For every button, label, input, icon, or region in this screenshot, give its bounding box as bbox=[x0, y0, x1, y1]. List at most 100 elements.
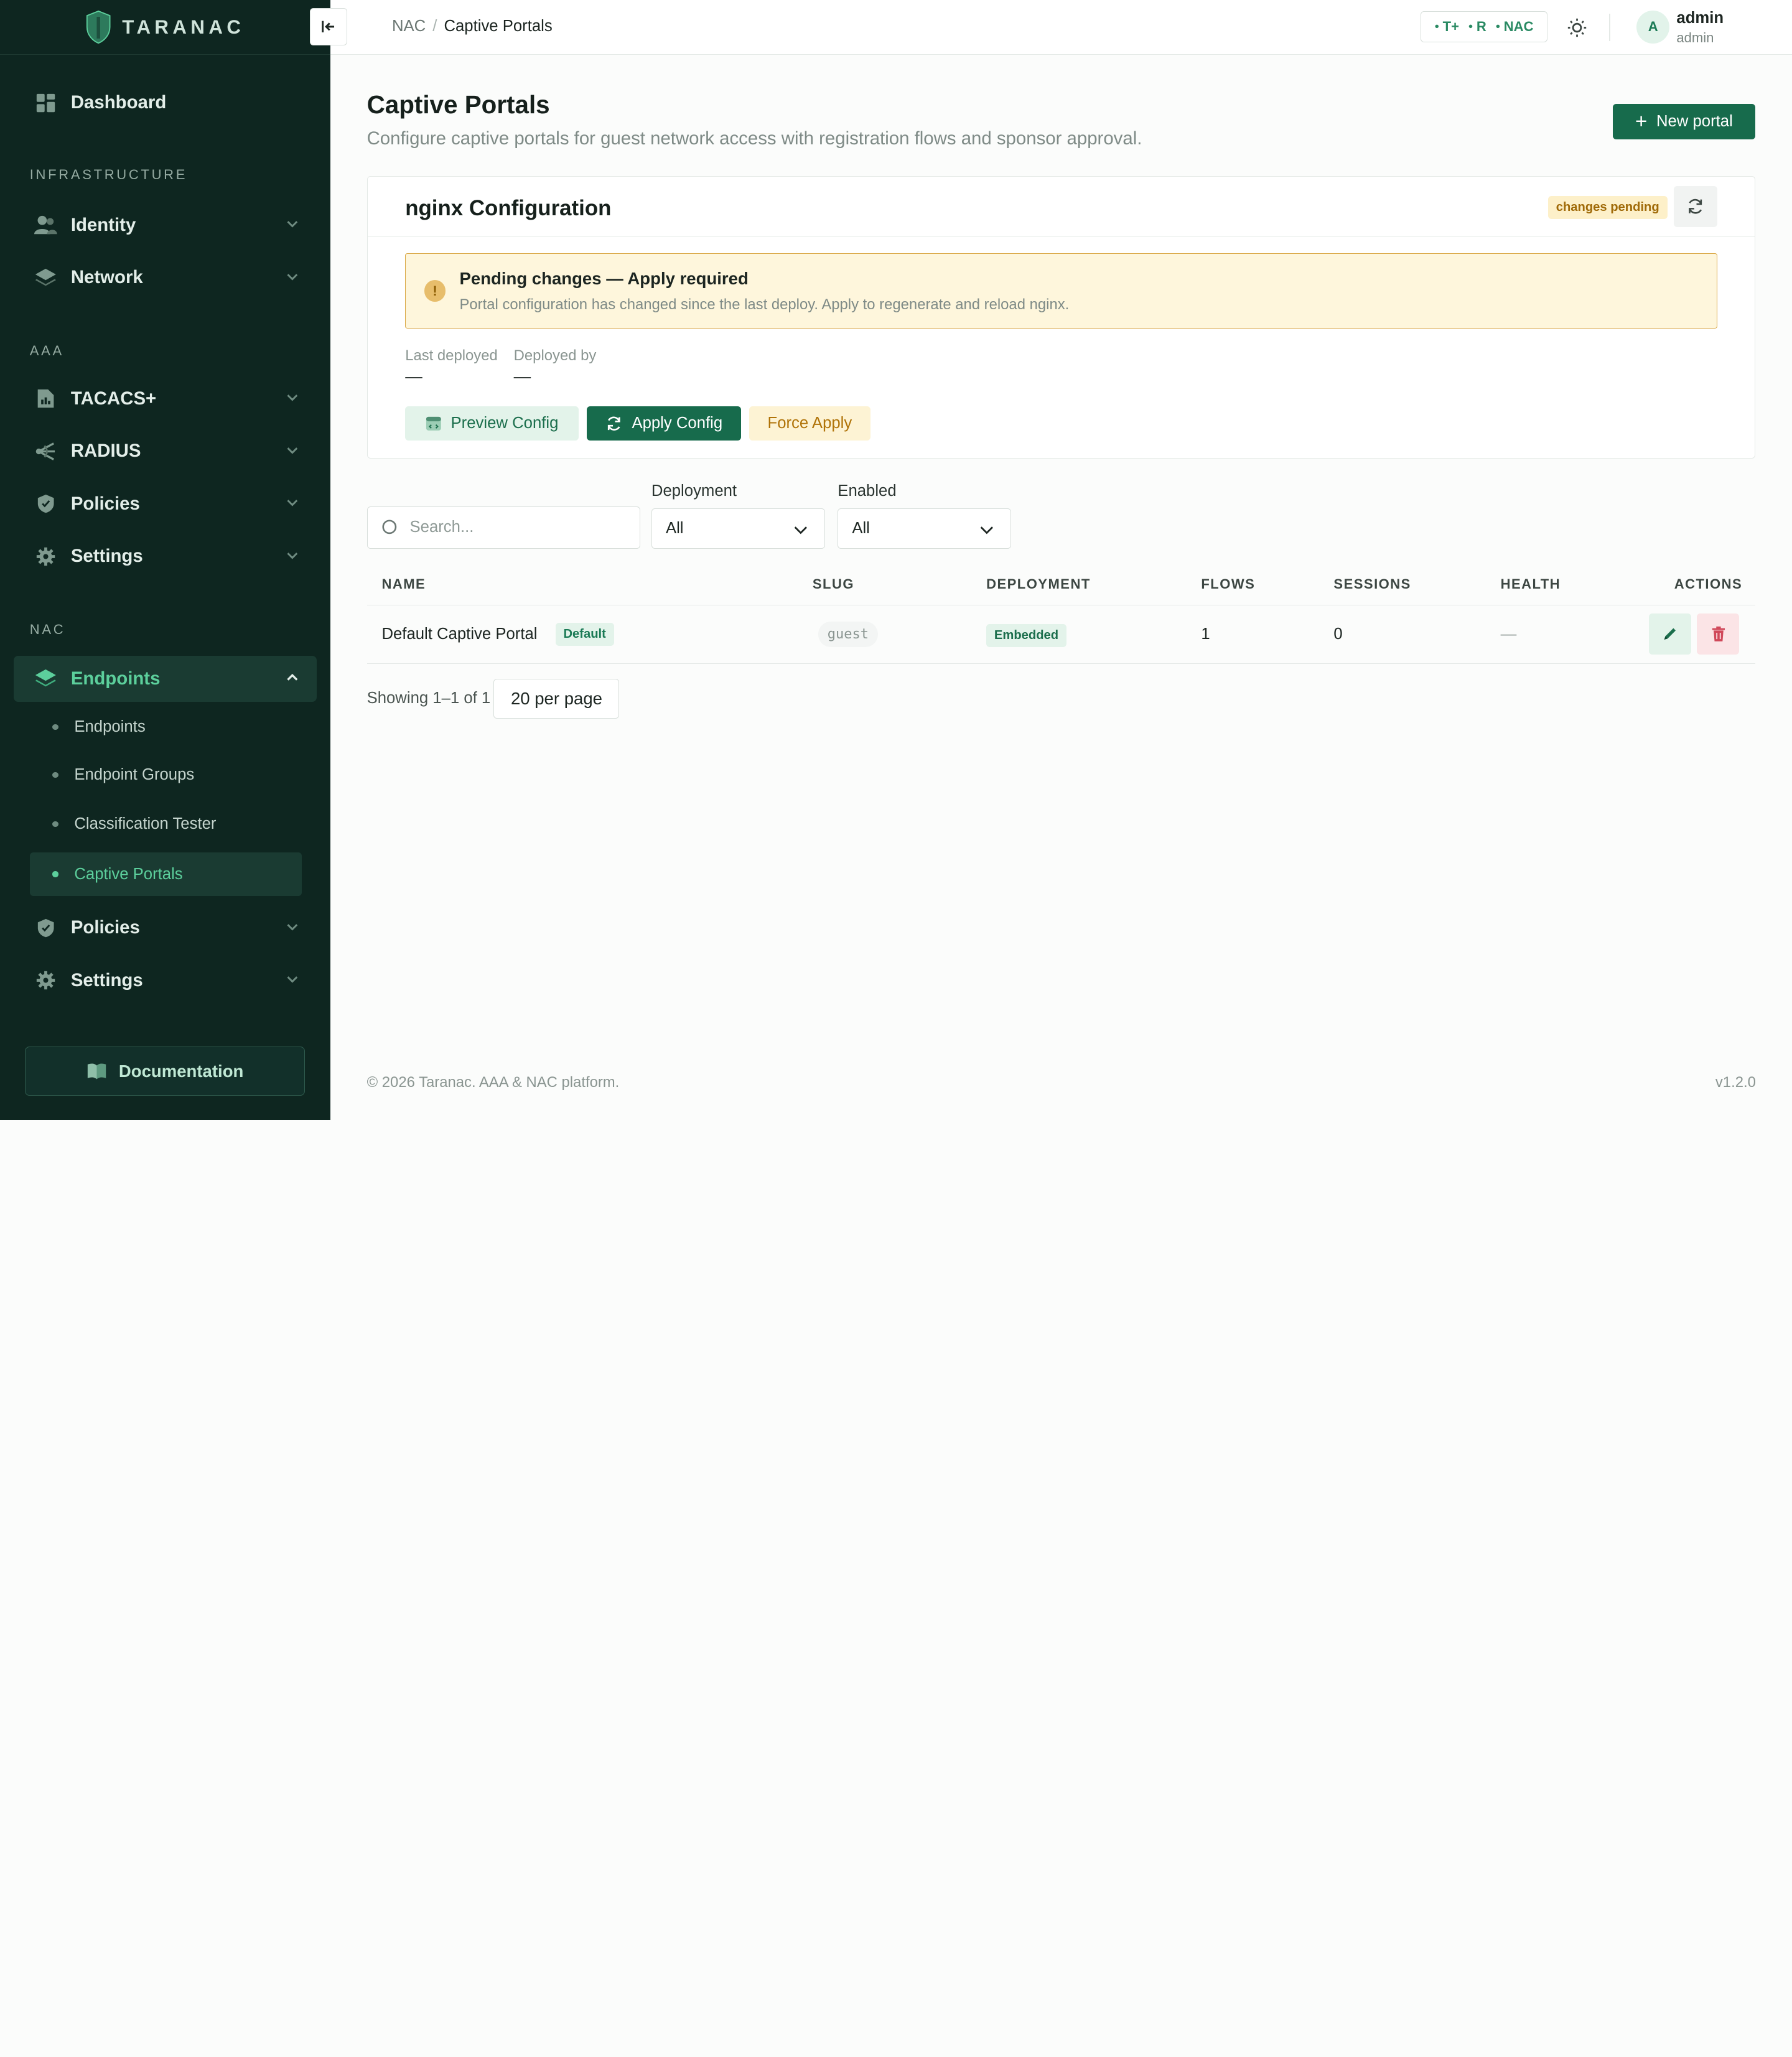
enabled-select-value: All bbox=[852, 519, 870, 537]
portal-health: — bbox=[1500, 625, 1517, 643]
alert-text: Portal configuration has changed since t… bbox=[459, 296, 1070, 313]
new-portal-label: New portal bbox=[1656, 113, 1733, 131]
service-status-pill[interactable]: T+ R NAC bbox=[1421, 11, 1547, 42]
table-row[interactable]: Default Captive Portal Default guest Emb… bbox=[366, 605, 1756, 665]
sidebar-item-endpoints[interactable]: Endpoints bbox=[14, 656, 317, 702]
last-deployed-label: Last deployed bbox=[405, 347, 498, 364]
sidebar-item-settings-aaa[interactable]: Settings bbox=[14, 534, 317, 579]
column-header-health[interactable]: HEALTH bbox=[1501, 576, 1561, 592]
sidebar-item-policies-nac[interactable]: Policies bbox=[14, 905, 317, 951]
collapse-sidebar-button[interactable] bbox=[309, 7, 348, 46]
new-portal-button[interactable]: + New portal bbox=[1612, 104, 1756, 140]
refresh-button[interactable] bbox=[1673, 185, 1717, 227]
sidebar-subitem-label: Endpoint Groups bbox=[74, 765, 195, 783]
sidebar-subitem-endpoint-groups[interactable]: Endpoint Groups bbox=[30, 753, 302, 796]
apply-config-button[interactable]: Apply Config bbox=[587, 406, 742, 441]
document-chart-icon bbox=[34, 388, 57, 411]
sidebar-item-label: RADIUS bbox=[70, 441, 141, 462]
gear-icon bbox=[34, 545, 57, 568]
shield-logo-icon bbox=[86, 10, 110, 44]
documentation-button[interactable]: Documentation bbox=[25, 1047, 306, 1096]
alert-title: Pending changes — Apply required bbox=[459, 268, 749, 288]
sidebar-item-label: Policies bbox=[70, 917, 140, 938]
sidebar-subitem-classification-tester[interactable]: Classification Tester bbox=[30, 802, 302, 846]
column-header-flows[interactable]: FLOWS bbox=[1201, 576, 1255, 592]
sidebar-item-label: Policies bbox=[70, 493, 140, 514]
status-tacacs: T+ bbox=[1434, 19, 1459, 35]
chevron-down-icon bbox=[287, 394, 298, 401]
column-header-deployment[interactable]: DEPLOYMENT bbox=[986, 576, 1091, 592]
sidebar-item-dashboard[interactable]: Dashboard bbox=[14, 80, 317, 126]
sidebar-item-label: Network bbox=[70, 267, 143, 288]
book-icon bbox=[88, 1063, 106, 1080]
status-nac: NAC bbox=[1496, 19, 1534, 35]
layers-icon bbox=[34, 266, 57, 289]
apply-config-label: Apply Config bbox=[632, 414, 723, 432]
deployment-badge: Embedded bbox=[986, 623, 1066, 647]
breadcrumb-separator: / bbox=[432, 17, 437, 35]
plus-icon: + bbox=[1635, 110, 1648, 134]
portal-sessions: 0 bbox=[1333, 625, 1343, 643]
force-apply-button[interactable]: Force Apply bbox=[749, 406, 870, 441]
search-icon bbox=[382, 520, 396, 534]
avatar[interactable]: A bbox=[1636, 10, 1670, 44]
pagination-summary: Showing 1–1 of 1 bbox=[366, 689, 491, 707]
chevron-up-icon bbox=[287, 674, 298, 681]
chevron-down-icon bbox=[287, 221, 298, 228]
deployed-by-value: — bbox=[513, 366, 531, 386]
brand[interactable]: TARANAC bbox=[0, 0, 330, 55]
refresh-icon bbox=[608, 416, 620, 431]
app-root: TARANAC Dashboard INFRASTRUCTURE Identit… bbox=[0, 0, 1792, 1120]
deployment-select-value: All bbox=[665, 519, 684, 537]
page-title: Captive Portals bbox=[366, 90, 550, 119]
chevron-down-icon bbox=[287, 552, 298, 559]
chevron-down-icon bbox=[287, 500, 298, 506]
trash-icon bbox=[1712, 627, 1725, 642]
chevron-down-icon bbox=[794, 526, 807, 534]
chevron-down-icon bbox=[287, 447, 298, 454]
portal-slug: guest bbox=[818, 622, 878, 647]
force-apply-label: Force Apply bbox=[767, 414, 852, 432]
sidebar-item-policies-aaa[interactable]: Policies bbox=[14, 481, 317, 526]
pencil-icon bbox=[1664, 628, 1676, 640]
column-header-sessions[interactable]: SESSIONS bbox=[1333, 576, 1411, 592]
enabled-select[interactable]: All bbox=[838, 508, 1012, 549]
search-box[interactable] bbox=[366, 506, 640, 549]
breadcrumb: NAC / Captive Portals bbox=[392, 17, 553, 35]
sidebar-item-network[interactable]: Network bbox=[14, 255, 317, 301]
column-header-slug[interactable]: SLUG bbox=[813, 576, 854, 592]
bullet-icon bbox=[52, 772, 58, 778]
shield-check-icon bbox=[34, 493, 57, 516]
deployment-select[interactable]: All bbox=[651, 508, 826, 549]
portal-name[interactable]: Default Captive Portal bbox=[381, 625, 537, 643]
column-header-name[interactable]: NAME bbox=[381, 576, 426, 592]
chevron-down-icon bbox=[287, 976, 298, 983]
sun-theme-toggle-icon[interactable] bbox=[1567, 17, 1587, 38]
sidebar-item-label: Identity bbox=[70, 214, 136, 235]
sidebar-subitem-label: Endpoints bbox=[74, 717, 146, 735]
deployment-filter-label: Deployment bbox=[651, 482, 737, 500]
refresh-icon bbox=[1689, 198, 1702, 214]
sidebar-item-tacacs[interactable]: TACACS+ bbox=[14, 376, 317, 421]
search-input[interactable] bbox=[409, 518, 627, 537]
chevron-down-icon bbox=[287, 273, 298, 281]
portal-flows: 1 bbox=[1201, 625, 1210, 643]
top-bar: NAC / Captive Portals T+ R NAC A admin adm… bbox=[330, 0, 1792, 55]
sidebar-subitem-label: Captive Portals bbox=[74, 865, 183, 883]
dashboard-icon bbox=[34, 91, 57, 114]
deployed-by-label: Deployed by bbox=[513, 347, 597, 364]
sidebar-item-radius[interactable]: RADIUS bbox=[14, 429, 317, 474]
sidebar-subitem-captive-portals[interactable]: Captive Portals bbox=[29, 852, 302, 896]
per-page-select[interactable]: 20 per page bbox=[493, 678, 620, 719]
delete-button[interactable] bbox=[1697, 613, 1740, 655]
sidebar-item-settings-nac[interactable]: Settings bbox=[14, 958, 317, 1003]
preview-config-button[interactable]: Preview Config bbox=[405, 406, 579, 441]
brand-name: TARANAC bbox=[122, 16, 245, 38]
breadcrumb-root[interactable]: NAC bbox=[392, 17, 426, 35]
section-label-aaa: AAA bbox=[29, 343, 64, 358]
sidebar-subitem-endpoints[interactable]: Endpoints bbox=[30, 705, 302, 749]
sidebar-item-identity[interactable]: Identity bbox=[14, 202, 317, 248]
last-deployed-value: — bbox=[405, 366, 422, 386]
user-name[interactable]: admin bbox=[1676, 9, 1724, 27]
edit-button[interactable] bbox=[1649, 613, 1692, 655]
